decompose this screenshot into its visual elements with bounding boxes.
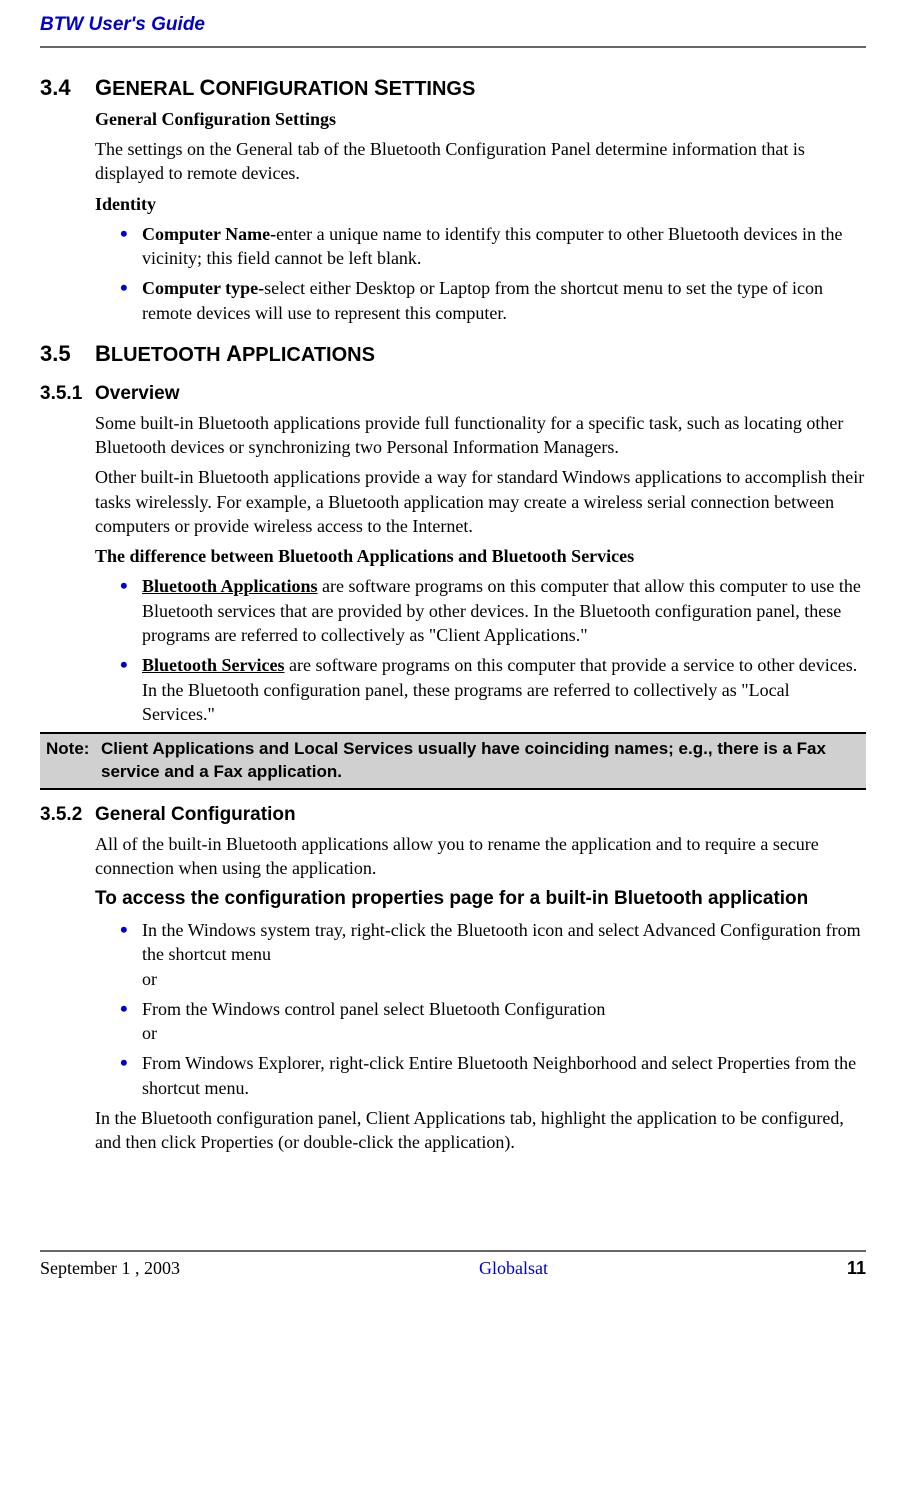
footer-date: September 1 , 2003 [40, 1256, 180, 1280]
subsection-num: 3.5.1 [40, 381, 95, 407]
identity-label: Identity [95, 192, 866, 216]
subsection-3-5-1: 3.5.1 Overview [40, 381, 866, 407]
or-text: or [142, 1023, 157, 1043]
subsection-title: General Configuration [95, 802, 296, 828]
section-3-4: 3.4 GENERAL CONFIGURATION SETTINGS [40, 73, 866, 103]
page-footer: September 1 , 2003 Globalsat 11 [40, 1250, 866, 1280]
item-text: From the Windows control panel select Bl… [142, 999, 605, 1019]
section-3-4-content: General Configuration Settings The setti… [95, 107, 866, 325]
item-label: Computer Name- [142, 224, 276, 244]
list-item: From the Windows control panel select Bl… [120, 997, 866, 1046]
page-number: 11 [847, 1256, 866, 1280]
list-item: Bluetooth Services are software programs… [120, 653, 866, 726]
subsection-3-5-2: 3.5.2 General Configuration [40, 802, 866, 828]
paragraph: The settings on the General tab of the B… [95, 137, 866, 186]
list-item: In the Windows system tray, right-click … [120, 918, 866, 991]
section-3-5: 3.5 BLUETOOTH APPLICATIONS [40, 339, 866, 369]
access-heading: To access the configuration properties p… [95, 886, 866, 912]
section-num: 3.5 [40, 339, 95, 369]
note-text: Client Applications and Local Services u… [101, 738, 860, 784]
item-label: Bluetooth Applications [142, 576, 318, 596]
paragraph: In the Bluetooth configuration panel, Cl… [95, 1106, 866, 1155]
subsection-num: 3.5.2 [40, 802, 95, 828]
list-item: Computer type-select either Desktop or L… [120, 276, 866, 325]
list-item: From Windows Explorer, right-click Entir… [120, 1051, 866, 1100]
subsection-3-5-2-content: All of the built-in Bluetooth applicatio… [95, 832, 866, 1155]
note-box: Note: Client Applications and Local Serv… [40, 732, 866, 790]
note-label: Note: [46, 738, 101, 784]
page-header: BTW User's Guide [40, 0, 866, 48]
footer-company: Globalsat [479, 1256, 548, 1280]
paragraph: Other built-in Bluetooth applications pr… [95, 465, 866, 538]
item-text: In the Windows system tray, right-click … [142, 920, 861, 964]
section-title: BLUETOOTH APPLICATIONS [95, 339, 375, 369]
subtitle: General Configuration Settings [95, 107, 866, 131]
section-num: 3.4 [40, 73, 95, 103]
section-title: GENERAL CONFIGURATION SETTINGS [95, 73, 475, 103]
item-label: Bluetooth Services [142, 655, 284, 675]
paragraph: All of the built-in Bluetooth applicatio… [95, 832, 866, 881]
or-text: or [142, 969, 157, 989]
subsection-3-5-1-content: Some built-in Bluetooth applications pro… [95, 411, 866, 727]
difference-heading: The difference between Bluetooth Applica… [95, 544, 866, 568]
list-item: Computer Name-enter a unique name to ide… [120, 222, 866, 271]
paragraph: Some built-in Bluetooth applications pro… [95, 411, 866, 460]
list-item: Bluetooth Applications are software prog… [120, 574, 866, 647]
item-text: From Windows Explorer, right-click Entir… [142, 1053, 856, 1097]
item-label: Computer type- [142, 278, 264, 298]
subsection-title: Overview [95, 381, 180, 407]
